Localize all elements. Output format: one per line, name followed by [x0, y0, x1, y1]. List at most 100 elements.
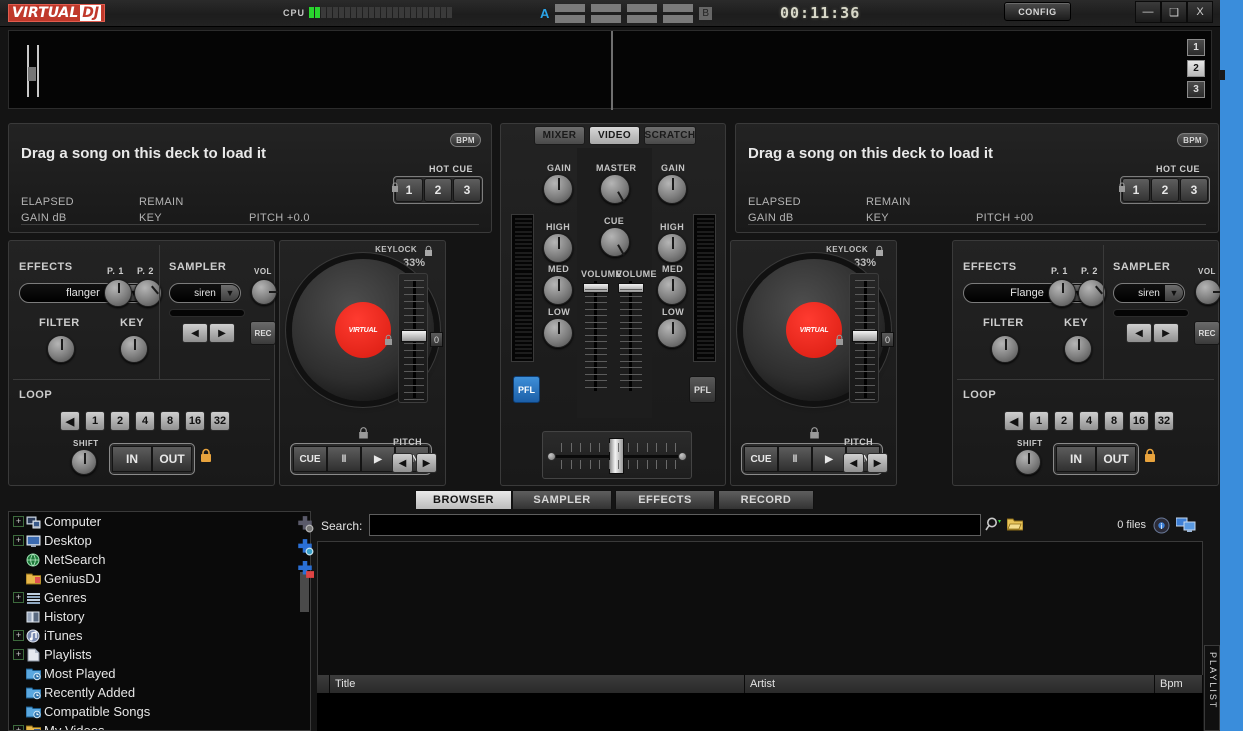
waveform-zoom-button-2[interactable]: 2 [1187, 60, 1205, 77]
tree-expand-toggle[interactable]: + [13, 535, 24, 546]
high-knob-left[interactable] [543, 233, 573, 263]
tree-item-genres[interactable]: + Genres [9, 588, 310, 607]
close-button[interactable]: X [1187, 1, 1213, 23]
hotcue-button-3[interactable]: 3 [453, 178, 481, 202]
tab-scratch[interactable]: SCRATCH [644, 126, 696, 145]
bpm-badge[interactable]: BPM [450, 133, 481, 147]
cue-knob[interactable] [600, 227, 630, 257]
tree-item-compatible-songs[interactable]: Compatible Songs [9, 702, 310, 721]
hotcue-button-1[interactable]: 1 [1122, 178, 1150, 202]
master-knob[interactable] [600, 174, 630, 204]
tree-expand-toggle[interactable]: + [13, 725, 24, 730]
tree-action-buttons[interactable] [296, 515, 314, 584]
pitch-bend-buttons[interactable]: ◀ ▶ [392, 453, 437, 473]
deck-b-label[interactable]: B [699, 7, 713, 20]
pitch-fader[interactable] [849, 273, 879, 403]
minimize-button[interactable]: — [1135, 1, 1161, 23]
pfl-button-left[interactable]: PFL [513, 376, 540, 403]
deck-left-hotcue-buttons[interactable]: 123 [393, 176, 483, 204]
pitch-lock-icon[interactable] [384, 334, 393, 346]
loop-size-button-16[interactable]: 16 [1129, 411, 1149, 431]
jog-lock-icon[interactable] [809, 426, 820, 439]
loop-size-button-32[interactable]: 32 [1154, 411, 1174, 431]
deck-right-lock-icon[interactable] [1118, 182, 1126, 193]
loop-prev-button[interactable]: ◀ [1004, 411, 1024, 431]
key-knob[interactable] [1064, 335, 1092, 363]
play-button[interactable]: ▶ [812, 446, 846, 472]
loop-size-button-1[interactable]: 1 [85, 411, 105, 431]
sampler-vol-knob[interactable] [1195, 279, 1220, 305]
pitch-reset-button[interactable]: 0 [881, 332, 894, 347]
sampler-select[interactable]: siren ▼ [169, 283, 241, 303]
tree-expand-toggle[interactable]: + [13, 630, 24, 641]
tree-expand-toggle[interactable]: + [13, 649, 24, 660]
hotcue-button-2[interactable]: 2 [1151, 178, 1179, 202]
monitors-icon[interactable] [1176, 517, 1196, 534]
hotcue-button-3[interactable]: 3 [1180, 178, 1208, 202]
pitch-bend-buttons[interactable]: ◀ ▶ [843, 453, 888, 473]
sampler-prev-button[interactable]: ◀ [182, 323, 208, 343]
med-knob-left[interactable] [543, 275, 573, 305]
loop-size-button-8[interactable]: 8 [1104, 411, 1124, 431]
med-knob-right[interactable] [657, 275, 687, 305]
loop-in-button[interactable]: IN [1056, 446, 1096, 472]
volume-fader-right-handle[interactable] [618, 283, 644, 293]
tree-item-computer[interactable]: + Computer [9, 512, 310, 531]
tree-item-netsearch[interactable]: NetSearch [9, 550, 310, 569]
loop-out-button[interactable]: OUT [152, 446, 192, 472]
loop-lock-icon[interactable] [200, 448, 212, 463]
sampler-next-button[interactable]: ▶ [209, 323, 235, 343]
pause-button[interactable]: ‖ [327, 446, 361, 472]
pitch-bend-up-button[interactable]: ▶ [416, 453, 437, 473]
jog-center-logo[interactable]: VIRTUAL [786, 302, 842, 358]
maximize-button[interactable]: ❑ [1161, 1, 1187, 23]
playlist-side-tab[interactable]: PLAYLIST [1204, 645, 1220, 731]
sampler-rec-button[interactable]: REC [1194, 321, 1220, 345]
low-knob-left[interactable] [543, 318, 573, 348]
tree-expand-toggle[interactable]: + [13, 592, 24, 603]
loop-out-button[interactable]: OUT [1096, 446, 1136, 472]
tree-item-my-videos[interactable]: + My Videos [9, 721, 310, 730]
waveform-zoom-buttons[interactable]: 1 2 3 [1187, 39, 1205, 98]
config-button[interactable]: CONFIG [1004, 2, 1071, 21]
loop-shift-knob[interactable] [71, 449, 97, 475]
low-knob-right[interactable] [657, 318, 687, 348]
tree-item-most-played[interactable]: Most Played [9, 664, 310, 683]
deck-indicator-1[interactable] [555, 4, 586, 23]
crossfader-handle[interactable] [609, 438, 624, 474]
volume-fader-right[interactable] [618, 281, 644, 391]
pitch-fader-handle[interactable] [852, 330, 878, 342]
browser-tab-bar[interactable]: BROWSER SAMPLER EFFECTS RECORD [0, 490, 1220, 509]
sampler-rec-button[interactable]: REC [250, 321, 276, 345]
loop-size-button-16[interactable]: 16 [185, 411, 205, 431]
tree-item-desktop[interactable]: + Desktop [9, 531, 310, 550]
play-button[interactable]: ▶ [361, 446, 395, 472]
tree-item-itunes[interactable]: + iTunes [9, 626, 310, 645]
loop-size-button-1[interactable]: 1 [1029, 411, 1049, 431]
deck-selector[interactable]: A B [540, 4, 713, 23]
file-list-column-headers[interactable]: Title Artist Bpm [317, 675, 1203, 693]
search-icon[interactable] [985, 516, 1003, 534]
waveform-display[interactable]: 1 2 3 [8, 30, 1212, 110]
p1-knob[interactable] [1048, 279, 1076, 307]
filter-knob[interactable] [991, 335, 1019, 363]
pitch-bend-down-button[interactable]: ◀ [392, 453, 413, 473]
loop-size-button-2[interactable]: 2 [1054, 411, 1074, 431]
crossfader[interactable] [542, 431, 692, 479]
folder-tree[interactable]: + Computer + Desktop NetSearch GeniusDJ + Genre… [8, 511, 311, 731]
tab-record[interactable]: RECORD [718, 490, 814, 509]
bpm-badge[interactable]: BPM [1177, 133, 1208, 147]
loop-size-button-4[interactable]: 4 [135, 411, 155, 431]
loop-in-button[interactable]: IN [112, 446, 152, 472]
pitch-reset-button[interactable]: 0 [430, 332, 443, 347]
file-list-rows[interactable] [317, 693, 1203, 731]
column-header-artist[interactable]: Artist [745, 675, 1155, 693]
open-folder-icon[interactable] [1007, 517, 1023, 532]
hotcue-button-2[interactable]: 2 [424, 178, 452, 202]
sampler-select[interactable]: siren ▼ [1113, 283, 1185, 303]
loop-lock-icon[interactable] [1144, 448, 1156, 463]
gain-knob-left[interactable] [543, 174, 573, 204]
loop-inout-buttons[interactable]: IN OUT [1053, 443, 1139, 475]
add-folder-config-icon[interactable] [296, 515, 314, 533]
loop-size-button-2[interactable]: 2 [110, 411, 130, 431]
